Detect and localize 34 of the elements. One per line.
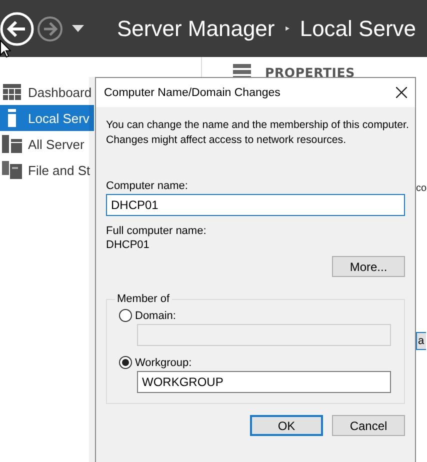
server-icon bbox=[7, 109, 17, 127]
computer-name-field[interactable]: DHCP01 bbox=[106, 194, 405, 216]
folder-icon bbox=[2, 161, 22, 179]
radio-button[interactable] bbox=[119, 356, 132, 369]
forward-button[interactable] bbox=[37, 16, 63, 42]
close-icon[interactable] bbox=[396, 87, 407, 98]
description-text: You can change the name and the membership of this computer. Changes might affect access to network resources. bbox=[106, 118, 410, 148]
radio-label: Domain: bbox=[135, 310, 176, 322]
more-button[interactable]: More... bbox=[332, 256, 405, 277]
input-field[interactable]: WORKGROUP bbox=[137, 371, 391, 393]
radio-button[interactable] bbox=[119, 309, 132, 322]
app-title: Server Manager bbox=[117, 16, 275, 42]
group-label: Member of bbox=[116, 293, 171, 305]
servers-icon bbox=[2, 135, 22, 153]
dropdown-icon[interactable] bbox=[72, 25, 84, 32]
page-title: Local Serve bbox=[300, 16, 416, 42]
cursor-icon bbox=[0, 40, 11, 58]
sidebar-item[interactable]: Local Serv bbox=[0, 105, 94, 131]
sidebar-item[interactable]: File and St bbox=[0, 157, 94, 183]
back-button[interactable] bbox=[0, 12, 34, 46]
partial-button[interactable]: a bbox=[416, 332, 426, 350]
dialog-button[interactable]: Cancel bbox=[332, 415, 405, 436]
dialog-button[interactable]: OK bbox=[250, 415, 323, 436]
sidebar-item[interactable]: All Server bbox=[0, 131, 94, 157]
breadcrumb-separator: ‣ bbox=[284, 22, 291, 36]
section-heading: PROPERTIES bbox=[265, 64, 355, 80]
sidebar-item[interactable]: Dashboard bbox=[0, 79, 94, 105]
dialog-title: Computer Name/Domain Changes bbox=[104, 86, 280, 98]
label-text: co bbox=[416, 183, 427, 194]
field-label: Computer name: bbox=[106, 180, 189, 192]
dashboard-icon bbox=[3, 84, 21, 100]
radio-label: Workgroup: bbox=[135, 356, 192, 368]
full-name-value: DHCP01 bbox=[106, 239, 150, 251]
field-label: Full computer name: bbox=[106, 225, 208, 237]
